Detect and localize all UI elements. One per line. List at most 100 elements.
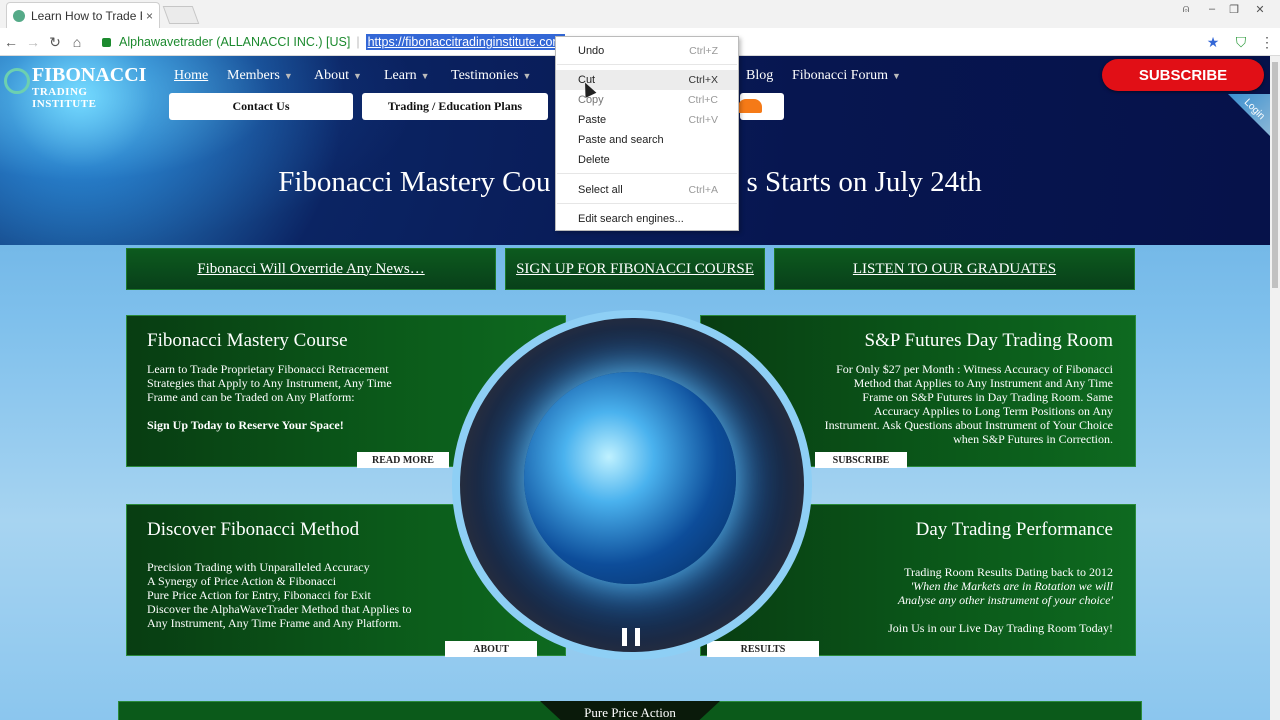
performance-spacer	[813, 607, 1113, 621]
futures-line: Method that Applies to Any Instrument an…	[853, 376, 1113, 390]
site-favicon-icon	[13, 9, 25, 22]
mastery-title: Fibonacci Mastery Course	[147, 330, 348, 351]
menu-item-select-all[interactable]: Select all Ctrl+A	[556, 180, 738, 200]
nav-about[interactable]: About ▼	[314, 68, 362, 84]
chevron-down-icon: ▼	[892, 71, 901, 81]
subscribe-button[interactable]: SUBSCRIBE	[1102, 59, 1264, 91]
contact-us-button[interactable]: Contact Us	[169, 93, 353, 120]
performance-line: 'When the Markets are in Rotation we wil…	[910, 579, 1113, 593]
nav-home[interactable]: Home	[174, 68, 208, 84]
futures-subscribe-button[interactable]: SUBSCRIBE	[815, 452, 907, 468]
menu-item-shortcut: Ctrl+A	[688, 184, 718, 196]
futures-line: Instrument. Ask Questions about Instrume…	[824, 418, 1113, 432]
logo-line2: TRADING INSTITUTE	[32, 86, 97, 110]
restore-button[interactable]: ❐	[1226, 2, 1242, 16]
performance-line: Analyse any other instrument of your cho…	[897, 593, 1113, 607]
bookmark-star-icon[interactable]: ★	[1204, 33, 1222, 51]
nav-about-label: About	[314, 68, 349, 83]
menu-item-shortcut: Ctrl+C	[687, 94, 718, 106]
method-line: Precision Trading with Unparalleled Accu…	[147, 560, 370, 574]
menu-divider	[557, 64, 737, 65]
read-more-button[interactable]: READ MORE	[357, 452, 449, 468]
menu-item-label: Paste	[578, 114, 607, 126]
mastery-body: Learn to Trade Proprietary Fibonacci Ret…	[147, 362, 447, 432]
back-icon[interactable]: ←	[2, 33, 20, 51]
menu-item-label: Copy	[578, 94, 604, 106]
performance-title: Day Trading Performance	[915, 519, 1113, 540]
pause-icon[interactable]	[622, 628, 640, 646]
method-title: Discover Fibonacci Method	[147, 519, 360, 540]
menu-item-edit-search-engines[interactable]: Edit search engines...	[556, 209, 738, 229]
about-button[interactable]: ABOUT	[445, 641, 537, 657]
profile-icon[interactable]: ⍝	[1178, 2, 1194, 16]
menu-item-label: Undo	[578, 45, 605, 57]
mastery-line: Learn to Trade Proprietary Fibonacci Ret…	[147, 362, 389, 376]
home-icon[interactable]: ⌂	[68, 33, 86, 51]
bottom-section-tab: Pure Price Action	[540, 701, 720, 720]
menu-item-undo[interactable]: Undo Ctrl+Z	[556, 41, 738, 61]
futures-line: Accuracy Applies to Long Term Positions …	[873, 404, 1113, 418]
listen-graduates-button[interactable]: LISTEN TO OUR GRADUATES	[774, 248, 1135, 290]
results-button[interactable]: RESULTS	[707, 641, 819, 657]
extension-shield-icon[interactable]: ⛉	[1232, 33, 1250, 51]
login-label: Login	[1241, 96, 1267, 123]
performance-body: Trading Room Results Dating back to 2012…	[813, 565, 1113, 635]
nav-learn[interactable]: Learn ▼	[384, 68, 430, 84]
menu-item-paste-and-search[interactable]: Paste and search	[556, 130, 738, 150]
site-logo[interactable]: FIBONACCI TRADING INSTITUTE	[4, 64, 150, 110]
new-tab-button[interactable]	[162, 6, 200, 24]
menu-item-label: Select all	[578, 184, 623, 196]
signup-course-button[interactable]: SIGN UP FOR FIBONACCI COURSE	[505, 248, 765, 290]
futures-title: S&P Futures Day Trading Room	[864, 330, 1113, 351]
spiral-logo-icon	[4, 68, 30, 94]
nav-members[interactable]: Members ▼	[227, 68, 293, 84]
menu-item-label: Edit search engines...	[578, 213, 684, 225]
login-corner[interactable]: Login	[1228, 94, 1270, 136]
close-window-button[interactable]: ✕	[1252, 2, 1268, 16]
pause-bar	[622, 628, 627, 646]
chevron-down-icon: ▼	[283, 71, 293, 81]
scrollbar-thumb[interactable]	[1272, 62, 1278, 288]
menu-item-shortcut: Ctrl+V	[688, 114, 718, 126]
browser-tab[interactable]: Learn How to Trade Fibo ×	[6, 2, 160, 28]
method-line: A Synergy of Price Action & Fibonacci	[147, 574, 337, 588]
menu-kebab-icon[interactable]: ⋮	[1258, 33, 1276, 51]
menu-divider	[557, 203, 737, 204]
lock-icon	[102, 37, 111, 47]
mastery-cta: Sign Up Today to Reserve Your Space!	[147, 418, 344, 432]
nav-forum-label: Fibonacci Forum	[792, 68, 889, 83]
minimize-button[interactable]: –	[1204, 2, 1220, 16]
method-body: Precision Trading with Unparalleled Accu…	[147, 560, 447, 630]
secure-identity-label: Alphawavetrader (ALLANACCI INC.) [US]	[119, 35, 351, 49]
menu-divider	[557, 173, 737, 174]
menu-item-paste[interactable]: Paste Ctrl+V	[556, 110, 738, 130]
tab-strip: Learn How to Trade Fibo × ⍝ – ❐ ✕	[0, 0, 1280, 28]
nav-blog[interactable]: Blog	[746, 68, 773, 84]
hero-title-right: s Starts on July 24th	[746, 166, 982, 198]
method-line: Pure Price Action for Entry, Fibonacci f…	[147, 588, 371, 602]
nav-testimonies[interactable]: Testimonies ▼	[451, 68, 531, 84]
soundcloud-icon	[738, 99, 762, 113]
menu-item-label: Delete	[578, 154, 610, 166]
futures-line: For Only $27 per Month : Witness Accurac…	[836, 362, 1113, 376]
tab-close-icon[interactable]: ×	[146, 9, 153, 23]
chevron-down-icon: ▼	[353, 71, 362, 81]
url-text[interactable]: https://fibonaccitradinginstitute.com	[365, 34, 565, 50]
hero-title-left: Fibonacci Mastery Cou	[278, 166, 551, 198]
trading-plans-button[interactable]: Trading / Education Plans	[362, 93, 548, 120]
method-line: Any Instrument, Any Time Frame and Any P…	[147, 616, 402, 630]
news-override-button[interactable]: Fibonacci Will Override Any News…	[126, 248, 496, 290]
menu-item-label: Paste and search	[578, 134, 664, 146]
nav-testimonies-label: Testimonies	[451, 68, 519, 83]
performance-line: Join Us in our Live Day Trading Room Tod…	[888, 621, 1113, 635]
futures-line: when S&P Futures in Correction.	[953, 432, 1113, 446]
mastery-line: Strategies that Apply to Any Instrument,…	[147, 376, 392, 390]
menu-item-shortcut: Ctrl+Z	[689, 45, 718, 57]
address-separator: |	[356, 35, 360, 49]
performance-line: Trading Room Results Dating back to 2012	[904, 565, 1113, 579]
nav-forum[interactable]: Fibonacci Forum ▼	[792, 68, 901, 84]
forward-icon[interactable]: →	[24, 33, 42, 51]
pause-bar	[635, 628, 640, 646]
menu-item-delete[interactable]: Delete	[556, 150, 738, 170]
reload-icon[interactable]: ↻	[46, 33, 64, 51]
